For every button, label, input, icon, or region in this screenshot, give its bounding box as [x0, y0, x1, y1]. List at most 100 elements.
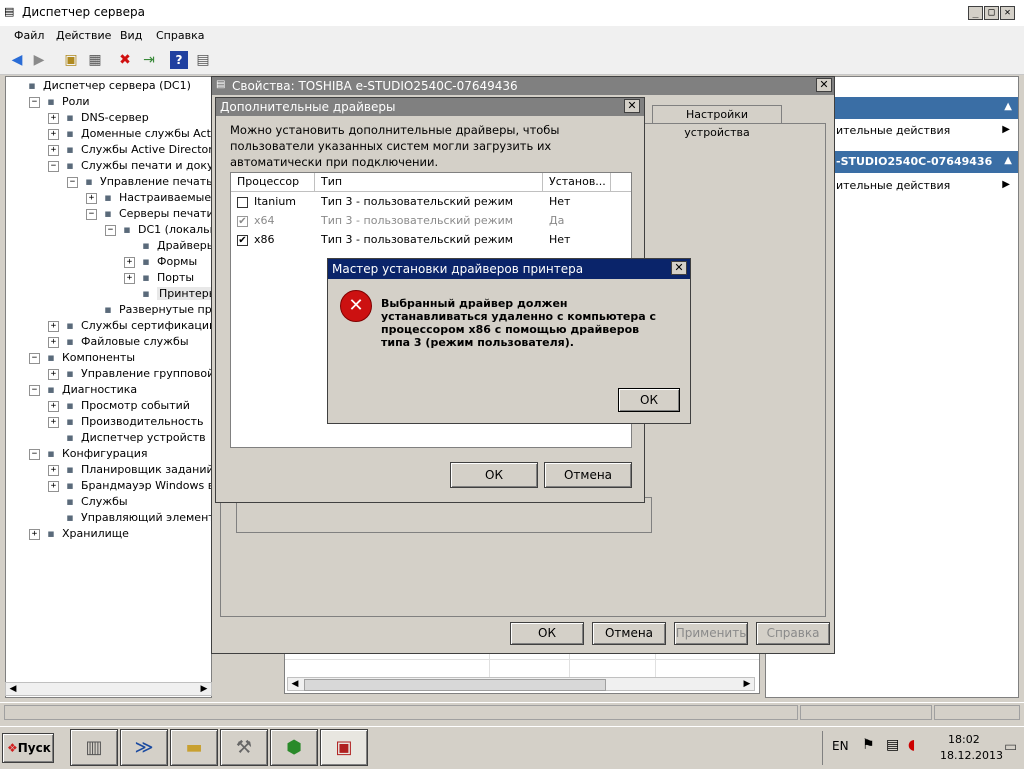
show-hide-tree-icon[interactable]: ▦ — [86, 51, 104, 69]
forward-arrow-icon[interactable]: ▶ — [30, 51, 48, 69]
tree-item[interactable]: + ▪ Планировщик заданий — [48, 462, 211, 478]
scroll-thumb[interactable] — [304, 679, 606, 691]
delete-icon[interactable]: ✖ — [116, 51, 134, 69]
tree-item[interactable]: − ▪ Управление печатью — [67, 174, 211, 190]
scroll-left-arrow[interactable]: ◀ — [288, 678, 302, 690]
additional-actions-1[interactable]: ительные действия — [836, 124, 950, 137]
drivers-cancel-button[interactable]: Отмена — [544, 462, 632, 488]
properties-ok-button[interactable]: ОК — [510, 622, 584, 645]
minimize-button[interactable]: _ — [968, 6, 983, 20]
expand-icon[interactable]: + — [48, 464, 59, 476]
language-indicator[interactable]: EN — [832, 739, 849, 753]
server-manager-taskbar-icon[interactable]: ▥ — [70, 729, 118, 766]
tree-item[interactable]: + ▪ DNS-сервер — [48, 110, 149, 126]
tree-item[interactable]: ▪ Диспетчер устройств — [48, 430, 205, 446]
drivers-ok-button[interactable]: ОК — [450, 462, 538, 488]
tree-item[interactable]: + ▪ Файловые службы — [48, 334, 189, 350]
tree-item[interactable]: + ▪ Просмотр событий — [48, 398, 190, 414]
tree-item[interactable]: −▪ DC1 (локально) — [105, 222, 211, 238]
properties-apply-button[interactable]: Применить — [674, 622, 748, 645]
collapse-icon[interactable]: ▲ — [1004, 101, 1012, 112]
driver-checkbox[interactable]: ✔ — [237, 215, 248, 227]
expand-icon[interactable]: + — [48, 320, 59, 332]
tree-item[interactable]: + ▪ Службы сертификации Activ — [48, 318, 211, 334]
expand-icon[interactable]: + — [124, 256, 135, 268]
menu-help[interactable]: Справка — [156, 29, 204, 42]
expand-icon[interactable]: + — [48, 112, 59, 124]
tab-device-settings[interactable]: Настройки устройства — [652, 105, 782, 139]
tree-item[interactable]: −▪ Службы печати и документ — [48, 158, 211, 174]
collapse-icon[interactable]: − — [29, 448, 40, 460]
drivers-close-button[interactable]: ✕ — [624, 99, 640, 113]
network-icon[interactable]: ⬢ — [270, 729, 318, 766]
scroll-left-arrow[interactable]: ◀ — [6, 683, 20, 695]
expand-icon[interactable]: + — [48, 416, 59, 428]
expand-icon[interactable]: + — [48, 336, 59, 348]
tree-item[interactable]: ▪ Управляющий элемент WMI — [48, 510, 211, 526]
clock-date[interactable]: 18.12.2013 — [940, 749, 1003, 762]
driver-row[interactable]: ✔ x64 Тип 3 - пользовательский режим Да — [231, 212, 631, 230]
tree-item[interactable]: + ▪ Службы Active Directory обл — [48, 142, 211, 158]
properties-cancel-button[interactable]: Отмена — [592, 622, 666, 645]
tree-item[interactable]: − ▪ Компоненты — [29, 350, 135, 366]
collapse-icon[interactable]: ▲ — [1004, 155, 1012, 166]
collapse-icon[interactable]: − — [105, 224, 116, 236]
driver-checkbox[interactable]: ✔ — [237, 234, 248, 246]
properties-icon[interactable]: ▤ — [194, 51, 212, 69]
properties-close-button[interactable]: ✕ — [816, 78, 832, 92]
tree-item[interactable]: + ▪ Брандмауэр Windows в режи — [48, 478, 211, 494]
tree-item[interactable]: + ▪ Хранилище — [29, 526, 129, 542]
up-folder-icon[interactable]: ▣ — [62, 51, 80, 69]
tree-item[interactable]: + ▪ Формы — [124, 254, 197, 270]
start-button[interactable]: ❖Пуск — [2, 733, 54, 763]
tree-item[interactable]: − ▪ Серверы печати — [86, 206, 211, 222]
toolbox-icon[interactable]: ▣ — [320, 729, 368, 766]
network-tray-icon[interactable]: ▤ — [886, 737, 899, 753]
show-desktop-icon[interactable]: ▭ — [1004, 739, 1017, 755]
tree-item[interactable]: + ▪ Порты — [124, 270, 194, 286]
error-close-button[interactable]: ✕ — [671, 261, 687, 275]
flag-icon[interactable]: ⚑ — [862, 737, 875, 753]
column-type[interactable]: Тип — [315, 173, 543, 191]
properties-help-button[interactable]: Справка — [756, 622, 830, 645]
tree-item[interactable]: + ▪ Управление групповой поли — [48, 366, 211, 382]
expand-icon[interactable]: + — [48, 480, 59, 492]
driver-row[interactable]: ✔ x86 Тип 3 - пользовательский режим Нет — [231, 231, 631, 249]
expand-icon[interactable]: + — [48, 400, 59, 412]
explorer-folder-icon[interactable]: ▬ — [170, 729, 218, 766]
collapse-icon[interactable]: − — [29, 352, 40, 364]
tree-item[interactable]: ▪ Драйверы — [124, 238, 211, 254]
expand-icon[interactable]: + — [48, 144, 59, 156]
scroll-right-arrow[interactable]: ▶ — [740, 678, 754, 690]
collapse-icon[interactable]: − — [67, 176, 78, 188]
maximize-button[interactable]: □ — [984, 6, 999, 20]
tree-item[interactable]: ▪ Диспетчер сервера (DC1) — [10, 78, 191, 94]
error-ok-button[interactable]: ОК — [618, 388, 680, 412]
powershell-icon[interactable]: ≫ — [120, 729, 168, 766]
menu-view[interactable]: Вид — [120, 29, 142, 42]
collapse-icon[interactable]: − — [29, 96, 40, 108]
additional-actions-2[interactable]: ительные действия — [836, 179, 950, 192]
expand-icon[interactable]: + — [48, 128, 59, 140]
back-arrow-icon[interactable]: ◀ — [8, 51, 26, 69]
export-icon[interactable]: ⇥ — [140, 51, 158, 69]
scroll-right-arrow[interactable]: ▶ — [197, 683, 211, 695]
results-horizontal-scrollbar[interactable]: ◀ ▶ — [287, 677, 755, 691]
tree-item[interactable]: − ▪ Диагностика — [29, 382, 137, 398]
collapse-icon[interactable]: − — [29, 384, 40, 396]
tree-item[interactable]: + ▪ Настраиваемые филь — [86, 190, 211, 206]
expand-icon[interactable]: + — [29, 528, 40, 540]
menu-action[interactable]: Действие — [56, 29, 111, 42]
tree-item[interactable]: + ▪ Доменные службы Active Dir — [48, 126, 211, 142]
clock-time[interactable]: 18:02 — [948, 733, 980, 746]
menu-file[interactable]: Файл — [14, 29, 44, 42]
tree-item[interactable]: + ▪ Производительность — [48, 414, 204, 430]
admin-tools-icon[interactable]: ⚒ — [220, 729, 268, 766]
expand-icon[interactable]: + — [86, 192, 97, 204]
collapse-icon[interactable]: − — [86, 208, 97, 220]
tree-item[interactable]: − ▪ Конфигурация — [29, 446, 148, 462]
collapse-icon[interactable]: − — [48, 160, 59, 172]
tree-item[interactable]: ▪ Службы — [48, 494, 127, 510]
column-installed[interactable]: Установ... — [543, 173, 611, 191]
column-processor[interactable]: Процессор — [231, 173, 315, 191]
